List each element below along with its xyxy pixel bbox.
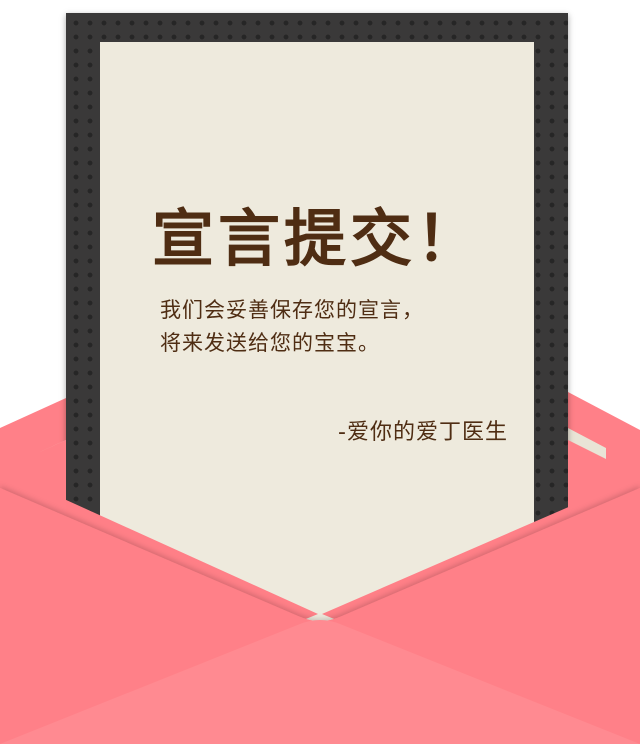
submission-card: 宣言提交！ 我们会妥善保存您的宣言， 将来发送给您的宝宝。 -爱你的爱丁医生 [0, 0, 640, 744]
envelope-front [0, 440, 640, 744]
